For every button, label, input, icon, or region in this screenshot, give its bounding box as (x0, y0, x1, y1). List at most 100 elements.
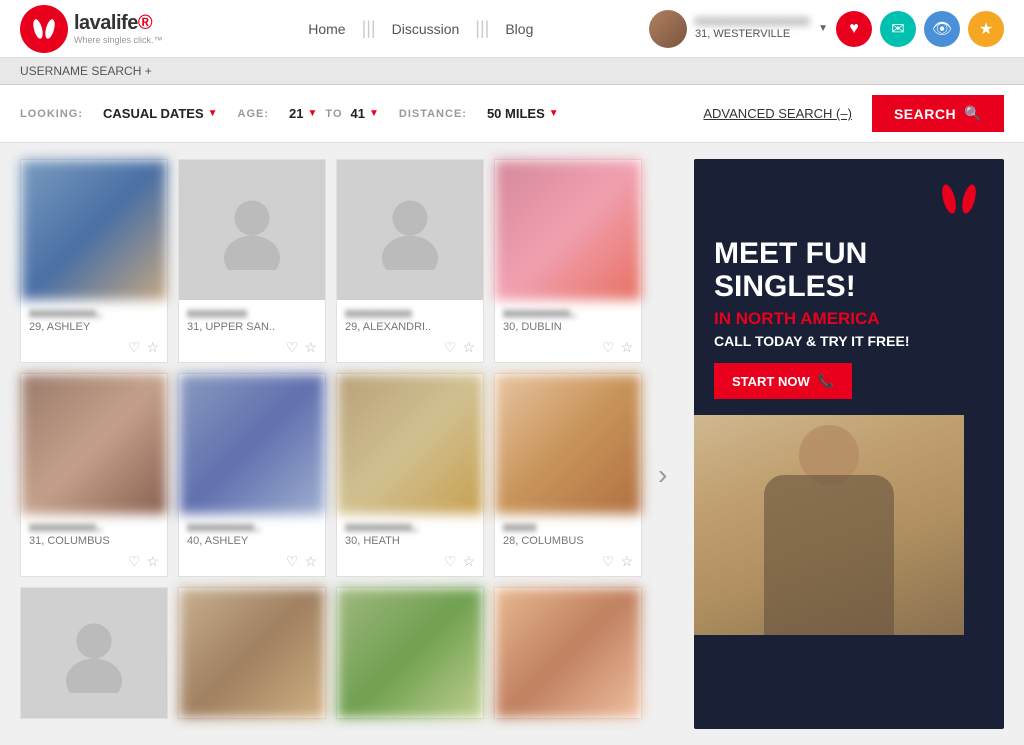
nav-sep-1: ||| (362, 18, 376, 39)
profile-location: 31, UPPER SAN.. (187, 321, 317, 333)
distance-dropdown[interactable]: 50 MILES ▼ (487, 106, 559, 121)
list-item[interactable]: xxxxxxxxxx.. 30, DUBLIN ♡ ☆ (494, 159, 642, 363)
star-icon[interactable]: ☆ (146, 339, 159, 356)
age-filter-group: 21 ▼ TO 41 ▼ (289, 106, 379, 121)
profile-row-2: xxxxxxxxxx.. 31, COLUMBUS ♡ ☆ xxxxxxxxxx… (20, 373, 678, 577)
age-label: AGE: (238, 108, 270, 120)
views-button[interactable]: 👁 (924, 11, 960, 47)
ad-cta-text: CALL TODAY & TRY IT FREE! (714, 333, 984, 349)
age-to-dropdown[interactable]: 41 ▼ (351, 106, 379, 121)
profile-row-1: xxxxxxxxxx.. 29, ASHLEY ♡ ☆ (20, 159, 678, 363)
search-button-label: SEARCH (894, 106, 956, 122)
profile-actions: ♡ ☆ (21, 337, 167, 362)
advanced-search-link[interactable]: ADVANCED SEARCH (–) (703, 106, 852, 121)
distance-label: DISTANCE: (399, 108, 467, 120)
ad-start-button[interactable]: START NOW 📞 (714, 363, 852, 399)
looking-dropdown[interactable]: CASUAL DATES ▼ (103, 106, 218, 121)
star-icon[interactable]: ☆ (620, 553, 633, 570)
heart-icon[interactable]: ♡ (128, 553, 141, 570)
profile-info: xxxxxxxxxx 29, ALEXANDRI.. (337, 300, 483, 337)
search-filters: LOOKING: CASUAL DATES ▼ AGE: 21 ▼ TO 41 … (0, 85, 1024, 143)
star-icon[interactable]: ☆ (146, 553, 159, 570)
search-icon: 🔍 (964, 105, 982, 122)
nav-blog[interactable]: Blog (493, 21, 545, 37)
user-profile[interactable]: XXXXXXXXXXXXXXX 31, WESTERVILLE ▼ (649, 10, 828, 48)
star-icon[interactable]: ☆ (304, 553, 317, 570)
list-item[interactable]: xxxxxxxxxx 29, ALEXANDRI.. ♡ ☆ (336, 159, 484, 363)
ad-btn-label: START NOW (732, 374, 810, 389)
ad-person-image (694, 415, 964, 635)
username-search-link[interactable]: USERNAME SEARCH + (20, 64, 152, 78)
logo[interactable]: lavalife® Where singles click.™ (20, 5, 163, 53)
username-search-bar: USERNAME SEARCH + (0, 58, 1024, 85)
profile-photo (179, 588, 325, 718)
profiles-grid: xxxxxxxxxx.. 29, ASHLEY ♡ ☆ (20, 159, 678, 729)
nav-home[interactable]: Home (296, 21, 357, 37)
star-icon[interactable]: ☆ (462, 339, 475, 356)
user-info: XXXXXXXXXXXXXXX 31, WESTERVILLE (695, 17, 810, 40)
profile-username: xxxxxxxxxx.. (345, 520, 475, 534)
list-item[interactable] (494, 587, 642, 719)
search-button[interactable]: SEARCH 🔍 (872, 95, 1004, 132)
list-item[interactable] (336, 587, 484, 719)
profile-photo (495, 160, 641, 300)
heart-icon[interactable]: ♡ (602, 339, 615, 356)
list-item[interactable]: xxxxxxxxx 31, UPPER SAN.. ♡ ☆ (178, 159, 326, 363)
heart-icon[interactable]: ♡ (286, 339, 299, 356)
next-page-button[interactable]: › (652, 459, 673, 491)
logo-icon (20, 5, 68, 53)
ad-subheadline: IN NORTH AMERICA (714, 309, 984, 329)
heart-icon[interactable]: ♡ (444, 339, 457, 356)
profile-info: xxxxx 28, COLUMBUS (495, 514, 641, 551)
profile-actions: ♡ ☆ (337, 551, 483, 576)
star-icon[interactable]: ☆ (620, 339, 633, 356)
header-right: XXXXXXXXXXXXXXX 31, WESTERVILLE ▼ ♥ ✉ 👁 … (649, 10, 1004, 48)
nav-discussion[interactable]: Discussion (380, 21, 472, 37)
header: lavalife® Where singles click.™ Home |||… (0, 0, 1024, 58)
nav-sep-2: ||| (475, 18, 489, 39)
profile-photo (21, 588, 167, 718)
profile-info: xxxxxxxxxx.. 30, HEATH (337, 514, 483, 551)
list-item[interactable] (178, 587, 326, 719)
list-item[interactable]: xxxxxxxxxx.. 31, COLUMBUS ♡ ☆ (20, 373, 168, 577)
profile-username: xxxxxxxxxx.. (29, 520, 159, 534)
main-nav: Home ||| Discussion ||| Blog (193, 18, 650, 39)
profile-location: 29, ASHLEY (29, 321, 159, 333)
list-item[interactable]: xxxxxxxxxx.. 30, HEATH ♡ ☆ (336, 373, 484, 577)
heart-icon[interactable]: ♡ (128, 339, 141, 356)
profile-photo (337, 588, 483, 718)
age-to-value: 41 (351, 106, 365, 121)
star-icon[interactable]: ☆ (462, 553, 475, 570)
favorites-button[interactable]: ♥ (836, 11, 872, 47)
profile-username: xxxxxxxxxx.. (187, 520, 317, 534)
profile-location: 40, ASHLEY (187, 535, 317, 547)
profile-location: 30, HEATH (345, 535, 475, 547)
profile-actions: ♡ ☆ (495, 551, 641, 576)
list-item[interactable] (20, 587, 168, 719)
distance-value: 50 MILES (487, 106, 545, 121)
profile-username: xxxxx (503, 520, 633, 534)
profile-username: xxxxxxxxxx.. (503, 306, 633, 320)
list-item[interactable]: xxxxx 28, COLUMBUS ♡ ☆ (494, 373, 642, 577)
star-icon[interactable]: ☆ (304, 339, 317, 356)
age-from-dropdown[interactable]: 21 ▼ (289, 106, 317, 121)
profile-info: xxxxxxxxxx.. 31, COLUMBUS (21, 514, 167, 551)
heart-icon[interactable]: ♡ (602, 553, 615, 570)
age-from-arrow: ▼ (308, 108, 318, 119)
profile-dropdown-arrow[interactable]: ▼ (818, 23, 828, 34)
profile-info: xxxxxxxxxx.. 29, ASHLEY (21, 300, 167, 337)
messages-button[interactable]: ✉ (880, 11, 916, 47)
avatar (649, 10, 687, 48)
looking-value: CASUAL DATES (103, 106, 204, 121)
list-item[interactable]: xxxxxxxxxx.. 40, ASHLEY ♡ ☆ (178, 373, 326, 577)
hotlist-button[interactable]: ★ (968, 11, 1004, 47)
profile-location: 28, COLUMBUS (503, 535, 633, 547)
profile-actions: ♡ ☆ (495, 337, 641, 362)
heart-icon[interactable]: ♡ (286, 553, 299, 570)
list-item[interactable]: xxxxxxxxxx.. 29, ASHLEY ♡ ☆ (20, 159, 168, 363)
heart-icon[interactable]: ♡ (444, 553, 457, 570)
photo-placeholder (21, 588, 167, 718)
looking-arrow: ▼ (208, 108, 218, 119)
profile-location: 30, DUBLIN (503, 321, 633, 333)
ad-logo (714, 179, 984, 227)
